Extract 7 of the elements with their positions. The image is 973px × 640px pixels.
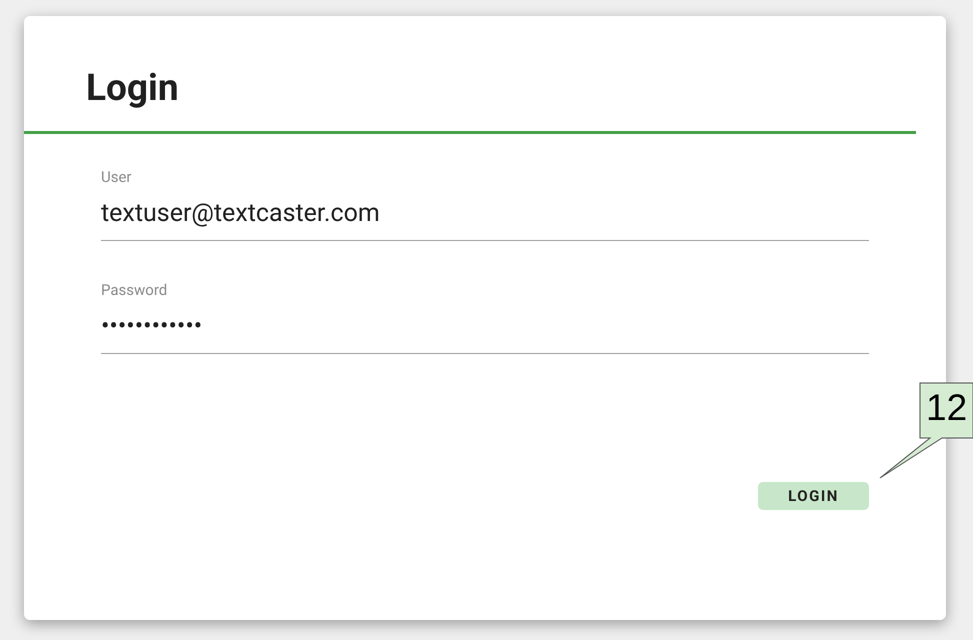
card-title: Login <box>24 16 916 134</box>
login-button[interactable]: LOGIN <box>758 482 869 510</box>
field-label: User <box>101 167 132 188</box>
input-field[interactable]: textuser@textcaster.com <box>101 188 869 241</box>
input-field[interactable]: •••••••••••• <box>101 302 869 354</box>
field-label: Password <box>101 280 168 301</box>
callout-number: 12 <box>926 386 968 430</box>
